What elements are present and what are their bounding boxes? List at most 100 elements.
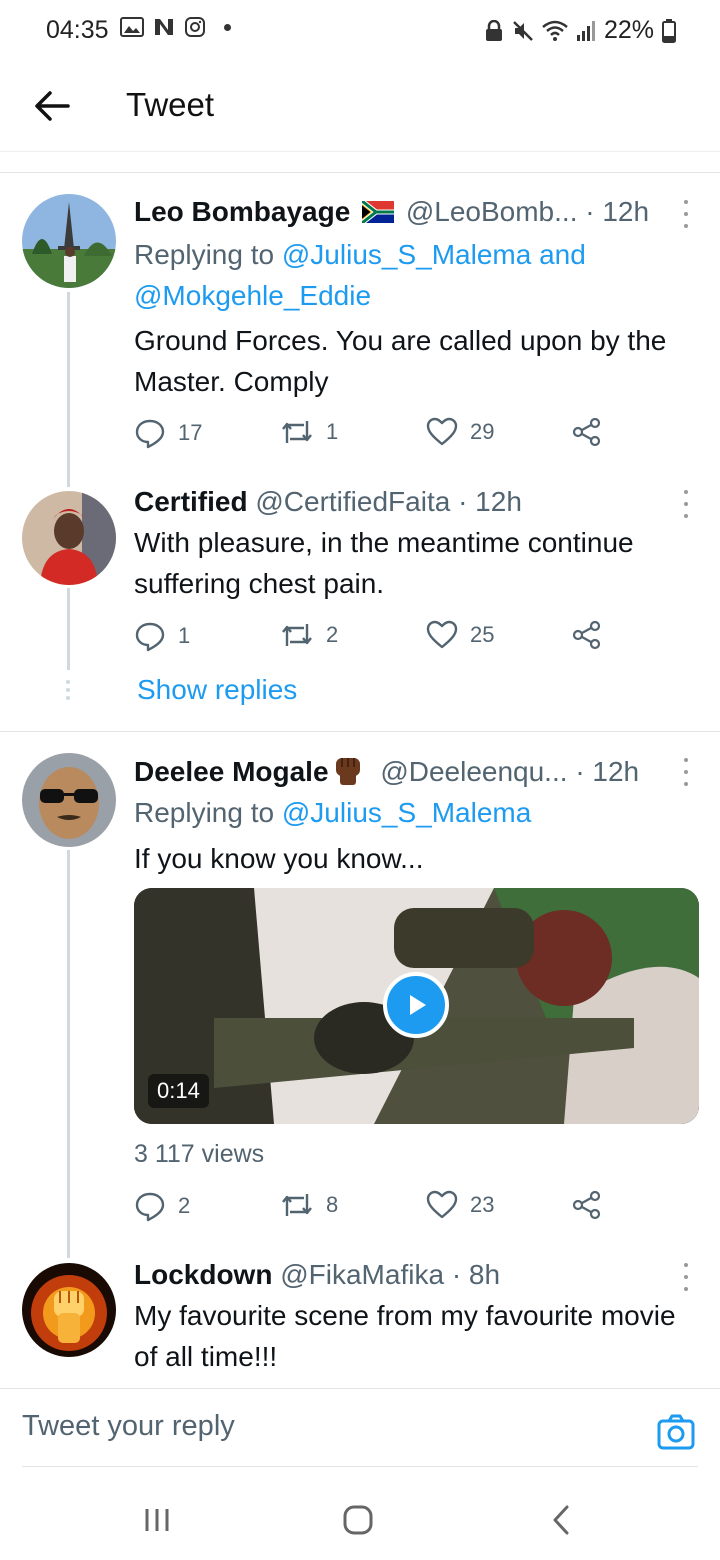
share-button[interactable] (572, 620, 602, 650)
chevron-left-icon (553, 1505, 569, 1535)
reply-button[interactable]: 2 (134, 1190, 190, 1222)
tweet-actions: 2 8 23 (134, 1190, 614, 1224)
display-name[interactable]: Deelee Mogale (134, 756, 329, 787)
more-options-icon[interactable] (682, 1263, 690, 1291)
handle[interactable]: @FikaMafika (280, 1259, 444, 1290)
instagram-icon (185, 17, 205, 37)
back-button[interactable] (541, 1500, 581, 1540)
south-africa-flag-icon (360, 199, 395, 225)
battery-percent: 22% (603, 16, 654, 44)
raised-fist-icon (335, 758, 360, 785)
display-name[interactable]: Leo Bombayage (134, 196, 350, 227)
thread-line (67, 850, 70, 1258)
reply-button[interactable]: 17 (134, 417, 202, 449)
avatar[interactable] (22, 753, 116, 847)
mention-link[interactable]: @Mokgehle_Eddie (134, 280, 371, 311)
display-name[interactable]: Lockdown (134, 1259, 272, 1290)
divider (0, 731, 720, 732)
retweet-count: 8 (326, 1192, 339, 1217)
reply-input[interactable]: Tweet your reply (22, 1410, 235, 1443)
status-bar: 04:35 22% (0, 0, 720, 62)
reply-count: 17 (178, 420, 203, 445)
recent-apps-icon (145, 1509, 169, 1531)
retweet-button[interactable]: 8 (280, 1190, 338, 1220)
like-count: 25 (470, 622, 495, 647)
heart-icon (426, 417, 458, 446)
show-replies-link[interactable]: Show replies (137, 674, 297, 706)
share-button[interactable] (572, 417, 602, 447)
reply-count: 2 (178, 1193, 191, 1218)
recent-apps-button[interactable] (137, 1500, 177, 1540)
mention-link[interactable]: @Julius_S_Malema (282, 239, 531, 270)
tweet-header: Lockdown @FikaMafika · 8h (134, 1259, 500, 1291)
avatar[interactable] (22, 194, 116, 288)
tweet-header: Deelee Mogale @Deeleenqu... · 12h (134, 754, 639, 788)
like-count: 23 (470, 1192, 495, 1217)
mute-icon (513, 20, 533, 41)
retweet-button[interactable]: 2 (280, 620, 338, 650)
speech-bubble-icon (135, 622, 165, 652)
like-button[interactable]: 25 (426, 620, 494, 650)
retweet-button[interactable]: 1 (280, 417, 338, 447)
avatar[interactable] (22, 1263, 116, 1357)
divider (22, 1466, 698, 1467)
tweet-text: Ground Forces. You are called upon by th… (134, 325, 667, 397)
n-app-icon (155, 19, 173, 35)
handle[interactable]: @Deeleenqu... (380, 756, 567, 787)
retweet-count: 1 (326, 419, 339, 444)
status-time: 04:35 (46, 16, 109, 44)
share-icon (572, 620, 601, 650)
tweet-actions: 17 1 29 (134, 417, 614, 451)
like-count: 29 (470, 419, 495, 444)
replying-prefix: Replying to (134, 797, 275, 828)
status-right: 22% (484, 16, 676, 45)
display-name[interactable]: Certified (134, 486, 248, 517)
wifi-icon (542, 20, 568, 41)
replying-to: Replying to @Julius_S_Malema (134, 792, 694, 833)
timestamp: · 12h (458, 486, 522, 517)
gallery-icon (120, 17, 144, 37)
mention-link[interactable]: @Julius_S_Malema (282, 797, 531, 828)
replying-prefix: Replying to (134, 239, 275, 270)
page-title: Tweet (126, 86, 215, 123)
more-options-icon[interactable] (682, 200, 690, 228)
home-icon (343, 1505, 373, 1535)
replying-to: Replying to @Julius_S_Malema and @Mokgeh… (134, 234, 694, 316)
timestamp: · 12h (585, 196, 650, 227)
thread-line (67, 588, 70, 670)
timestamp: · 8h (451, 1259, 501, 1290)
heart-icon (426, 620, 458, 649)
signal-icon (576, 20, 595, 41)
reply-count: 1 (178, 623, 191, 648)
retweet-icon (282, 624, 312, 646)
like-button[interactable]: 23 (426, 1190, 494, 1220)
tweet-header: Certified @CertifiedFaita · 12h (134, 486, 522, 518)
play-button[interactable] (383, 972, 449, 1038)
like-button[interactable]: 29 (426, 417, 494, 447)
home-button[interactable] (338, 1500, 378, 1540)
speech-bubble-icon (135, 1192, 165, 1222)
speech-bubble-icon (135, 419, 165, 449)
share-button[interactable] (572, 1190, 602, 1220)
tweet-header: Leo Bombayage @LeoBomb... · 12h (134, 196, 649, 228)
handle[interactable]: @CertifiedFaita (255, 486, 450, 517)
share-icon (572, 1190, 601, 1220)
battery-icon (662, 18, 676, 43)
more-options-icon[interactable] (682, 490, 690, 518)
mention-joiner: and (539, 239, 586, 270)
view-count: 3 117 views (134, 1140, 265, 1168)
arrow-left-icon[interactable] (30, 84, 74, 128)
play-icon (410, 995, 426, 1015)
lock-icon (485, 19, 502, 41)
retweet-count: 2 (326, 622, 339, 647)
tweet-text: If you know you know... (134, 843, 424, 874)
avatar[interactable] (22, 491, 116, 585)
camera-icon[interactable] (656, 1412, 696, 1452)
more-options-icon[interactable] (682, 758, 690, 786)
handle[interactable]: @LeoBomb... (406, 196, 578, 227)
timestamp: · 12h (575, 756, 640, 787)
notification-dot (224, 23, 231, 31)
tweet-actions: 1 2 25 (134, 620, 614, 654)
reply-button[interactable]: 1 (134, 620, 190, 652)
divider (0, 172, 720, 173)
